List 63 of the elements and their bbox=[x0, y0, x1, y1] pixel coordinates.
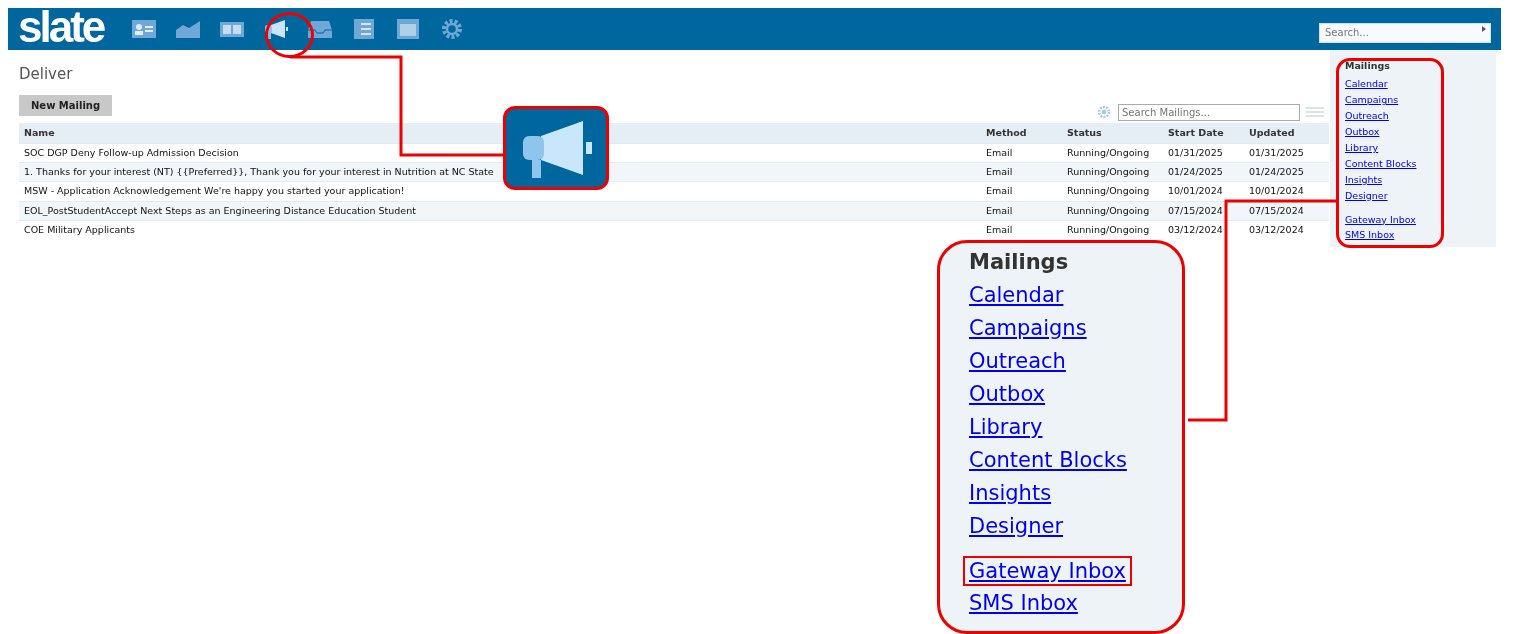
table-cell: 07/15/2024 bbox=[1168, 204, 1223, 216]
table-cell: Running/Ongoing bbox=[1067, 223, 1150, 235]
sidebar-link[interactable]: Outreach bbox=[1345, 110, 1389, 122]
table-cell: Email bbox=[986, 185, 1013, 197]
search-field[interactable]: Search... bbox=[1319, 22, 1491, 43]
search-mailings-field[interactable]: Search Mailings... bbox=[1118, 103, 1300, 121]
chart-icon[interactable] bbox=[175, 18, 202, 40]
table-cell: 01/31/2025 bbox=[1168, 146, 1223, 158]
highlight-ring bbox=[265, 12, 314, 58]
card-icon[interactable] bbox=[131, 18, 158, 40]
table-cell: 10/01/2024 bbox=[1168, 185, 1223, 197]
sidebar-link[interactable]: Gateway Inbox bbox=[1345, 213, 1416, 225]
sidebar-link[interactable]: SMS Inbox bbox=[1345, 229, 1395, 241]
table-cell: 03/12/2024 bbox=[1249, 223, 1304, 235]
column-header: Updated bbox=[1244, 122, 1329, 144]
table-cell: Email bbox=[986, 223, 1013, 235]
table-cell: 07/15/2024 bbox=[1249, 204, 1304, 216]
sidebar-link[interactable]: Campaigns bbox=[965, 311, 1091, 345]
calendar-icon[interactable] bbox=[395, 18, 422, 40]
table-cell: COE Military Applicants bbox=[24, 223, 135, 235]
column-header: Method bbox=[981, 122, 1062, 144]
table-cell: Running/Ongoing bbox=[1067, 204, 1150, 216]
table-cell: Running/Ongoing bbox=[1067, 185, 1150, 197]
inbox-icon[interactable] bbox=[307, 18, 334, 40]
sidebar-link[interactable]: Designer bbox=[1345, 189, 1388, 201]
table-cell: Running/Ongoing bbox=[1067, 166, 1150, 177]
table-cell: 01/24/2025 bbox=[1249, 166, 1304, 177]
new-mailing-button[interactable]: New Mailing bbox=[19, 94, 113, 116]
megaphone-icon[interactable] bbox=[263, 18, 290, 40]
sidebar-link[interactable]: Content Blocks bbox=[1345, 157, 1417, 169]
sidebar-link[interactable]: Calendar bbox=[965, 278, 1068, 312]
sidebar-link[interactable]: Outreach bbox=[965, 344, 1070, 378]
table-cell: EOL_PostStudentAccept Next Steps as an Engineering Distance Education Student bbox=[24, 204, 416, 216]
sidebar-link[interactable]: Library bbox=[1345, 141, 1379, 153]
table-cell: SOC DGP Deny Follow-up Admission Decision bbox=[24, 146, 239, 158]
table-cell: Email bbox=[986, 146, 1013, 158]
column-header: Status bbox=[1062, 122, 1163, 144]
table-cell: 03/12/2024 bbox=[1168, 223, 1223, 235]
caret-icon[interactable] bbox=[1481, 25, 1487, 33]
table-cell: 10/01/2024 bbox=[1249, 185, 1304, 197]
sidebar-link[interactable]: Calendar bbox=[1345, 78, 1388, 90]
table-cell: 1. Thanks for your interest (NT) {{Preferred}}, Thank you for your interest in Nutrition at NC State bbox=[24, 166, 494, 177]
table-cell: Email bbox=[986, 166, 1013, 177]
sidebar-link[interactable]: Insights bbox=[965, 476, 1056, 510]
column-header: Start Date bbox=[1163, 122, 1244, 144]
table-cell: 01/24/2025 bbox=[1168, 166, 1223, 177]
sidebar-link[interactable]: SMS Inbox bbox=[965, 586, 1082, 620]
sidebar-title: Mailings bbox=[969, 249, 1070, 276]
table-cell: 01/31/2025 bbox=[1249, 146, 1304, 158]
logo[interactable]: slate bbox=[18, 5, 104, 49]
sidebar-link[interactable]: Outbox bbox=[965, 377, 1050, 411]
page-title: Deliver bbox=[19, 64, 74, 85]
sidebar-link[interactable]: Gateway Inbox bbox=[965, 557, 1130, 584]
sidebar-link[interactable]: Outbox bbox=[1345, 125, 1380, 137]
sidebar-title: Mailings bbox=[1345, 59, 1391, 73]
table-cell: Running/Ongoing bbox=[1067, 146, 1150, 158]
table-cell: Email bbox=[986, 204, 1013, 216]
sidebar-link[interactable]: Designer bbox=[965, 509, 1068, 543]
sidebar-link[interactable]: Library bbox=[965, 410, 1047, 444]
table-cell: MSW - Application Acknowledgement We're happy you started your application! bbox=[24, 185, 405, 197]
sidebar-link[interactable]: Content Blocks bbox=[965, 443, 1131, 477]
sidebar-link[interactable]: Campaigns bbox=[1345, 94, 1399, 106]
sidebar-link[interactable]: Insights bbox=[1345, 173, 1383, 185]
